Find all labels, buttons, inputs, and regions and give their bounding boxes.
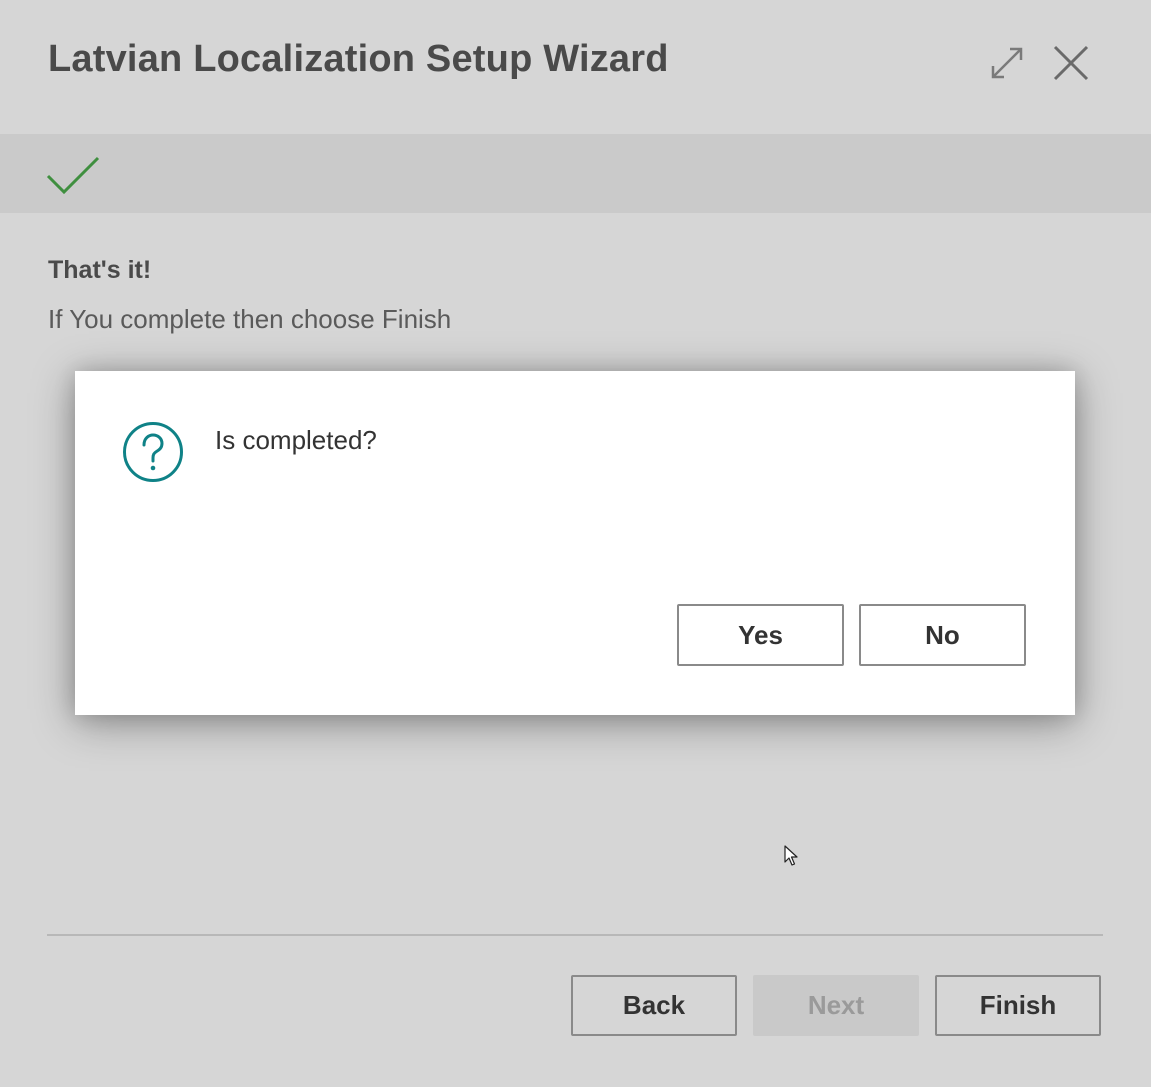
checkmark-icon xyxy=(46,156,100,195)
confirm-dialog: Is completed? Yes No xyxy=(75,371,1075,715)
step-heading: That's it! xyxy=(48,256,152,284)
finish-button[interactable]: Finish xyxy=(935,975,1101,1036)
close-icon xyxy=(1053,45,1089,81)
expand-button[interactable] xyxy=(986,42,1028,84)
next-button: Next xyxy=(753,975,919,1036)
wizard-title: Latvian Localization Setup Wizard xyxy=(48,38,669,80)
mouse-cursor-icon xyxy=(784,845,798,866)
yes-button[interactable]: Yes xyxy=(677,604,844,666)
close-button[interactable] xyxy=(1050,42,1092,84)
back-button[interactable]: Back xyxy=(571,975,737,1036)
footer-divider xyxy=(47,934,1103,936)
expand-icon xyxy=(991,47,1023,79)
status-banner xyxy=(0,134,1151,213)
question-icon xyxy=(123,422,183,482)
dialog-message: Is completed? xyxy=(215,425,377,455)
wizard-window: Latvian Localization Setup Wizard That's… xyxy=(0,0,1151,1087)
no-button[interactable]: No xyxy=(859,604,1026,666)
step-instructions: If You complete then choose Finish xyxy=(48,304,452,334)
